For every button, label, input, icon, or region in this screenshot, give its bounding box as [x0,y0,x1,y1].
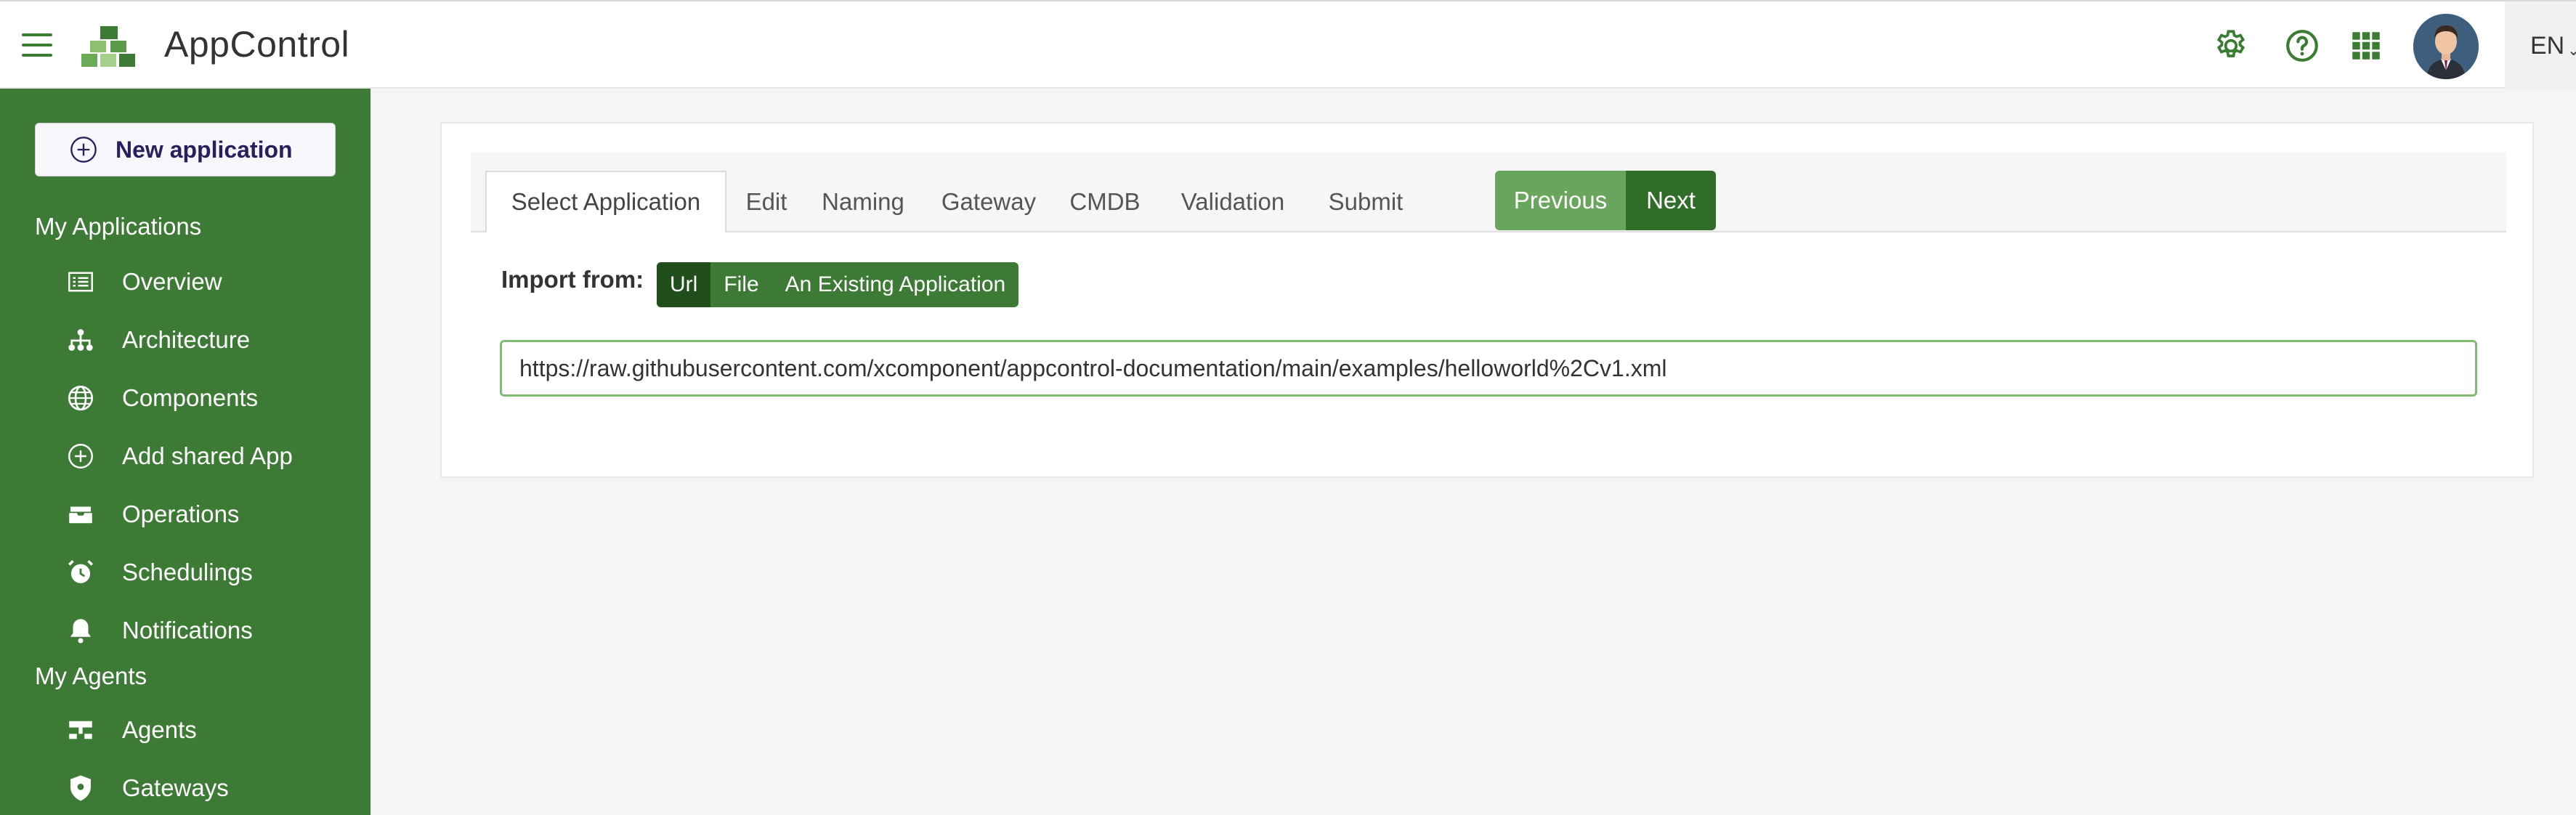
menu-icon[interactable] [22,33,52,57]
plus-circle-icon [70,137,97,163]
sidebar: New application My Applications Overview… [0,89,370,815]
sidebar-item-schedulings[interactable]: Schedulings [64,551,253,594]
settings-icon[interactable] [2213,28,2249,64]
globe-icon [64,381,97,415]
sidebar-item-label: Add shared App [122,442,293,469]
top-header: AppControl EN ⌄ [0,0,2576,90]
import-option-file[interactable]: File [710,262,771,307]
sidebar-item-label: Schedulings [122,559,253,585]
sidebar-item-operations[interactable]: Operations [64,492,239,536]
shield-icon [64,771,97,805]
sidebar-item-gateways[interactable]: Gateways [64,766,229,810]
new-application-label: New application [116,136,293,163]
help-icon[interactable] [2284,28,2320,64]
logo-icon [81,25,137,68]
import-source-selector: Url File An Existing Application [657,262,1019,307]
tab-select-application[interactable]: Select Application [485,171,726,233]
new-application-button[interactable]: New application [35,123,336,177]
url-input[interactable] [500,340,2477,397]
alarm-clock-icon [64,556,97,589]
app-title: AppControl [164,24,350,65]
tab-edit[interactable]: Edit [734,171,799,233]
next-button[interactable]: Next [1626,171,1716,230]
sidebar-item-architecture[interactable]: Architecture [64,318,250,362]
previous-button[interactable]: Previous [1495,171,1626,230]
sidebar-item-label: Agents [122,716,197,743]
language-label: EN [2530,31,2565,60]
sidebar-item-label: Components [122,384,259,411]
tab-gateway[interactable]: Gateway [926,171,1052,233]
sidebar-item-agents[interactable]: Agents [64,708,197,752]
section-my-agents: My Agents [35,662,147,689]
tab-validation[interactable]: Validation [1158,171,1308,233]
tab-submit[interactable]: Submit [1313,171,1418,233]
sidebar-item-overview[interactable]: Overview [64,260,222,304]
language-selector[interactable]: EN ⌄ [2505,1,2576,90]
bell-icon [64,614,97,647]
import-from-label: Import from: [501,266,644,293]
sidebar-item-notifications[interactable]: Notifications [64,609,253,652]
tab-cmdb[interactable]: CMDB [1058,171,1152,233]
sidebar-item-label: Architecture [122,326,251,353]
sidebar-item-label: Gateways [122,774,229,801]
sidebar-item-add-shared-app[interactable]: Add shared App [64,434,293,478]
list-icon [64,265,97,299]
chevron-down-icon: ⌄ [2567,42,2576,59]
sidebar-item-label: Overview [122,268,222,295]
tab-naming[interactable]: Naming [806,171,920,233]
server-icon [64,713,97,747]
inbox-icon [64,498,97,531]
wizard-tabs: Select Application Edit Naming Gateway C… [471,153,2506,233]
sidebar-item-label: Notifications [122,617,253,644]
apps-grid-icon[interactable] [2348,28,2384,64]
avatar[interactable] [2413,14,2479,79]
plus-circle-icon [64,439,97,473]
sidebar-item-label: Operations [122,500,240,527]
import-option-url[interactable]: Url [657,262,711,307]
sidebar-item-components[interactable]: Components [64,376,258,420]
section-my-applications: My Applications [35,213,202,240]
import-option-existing-application[interactable]: An Existing Application [772,262,1019,307]
import-card: Select Application Edit Naming Gateway C… [440,122,2534,478]
hierarchy-icon [64,323,97,357]
